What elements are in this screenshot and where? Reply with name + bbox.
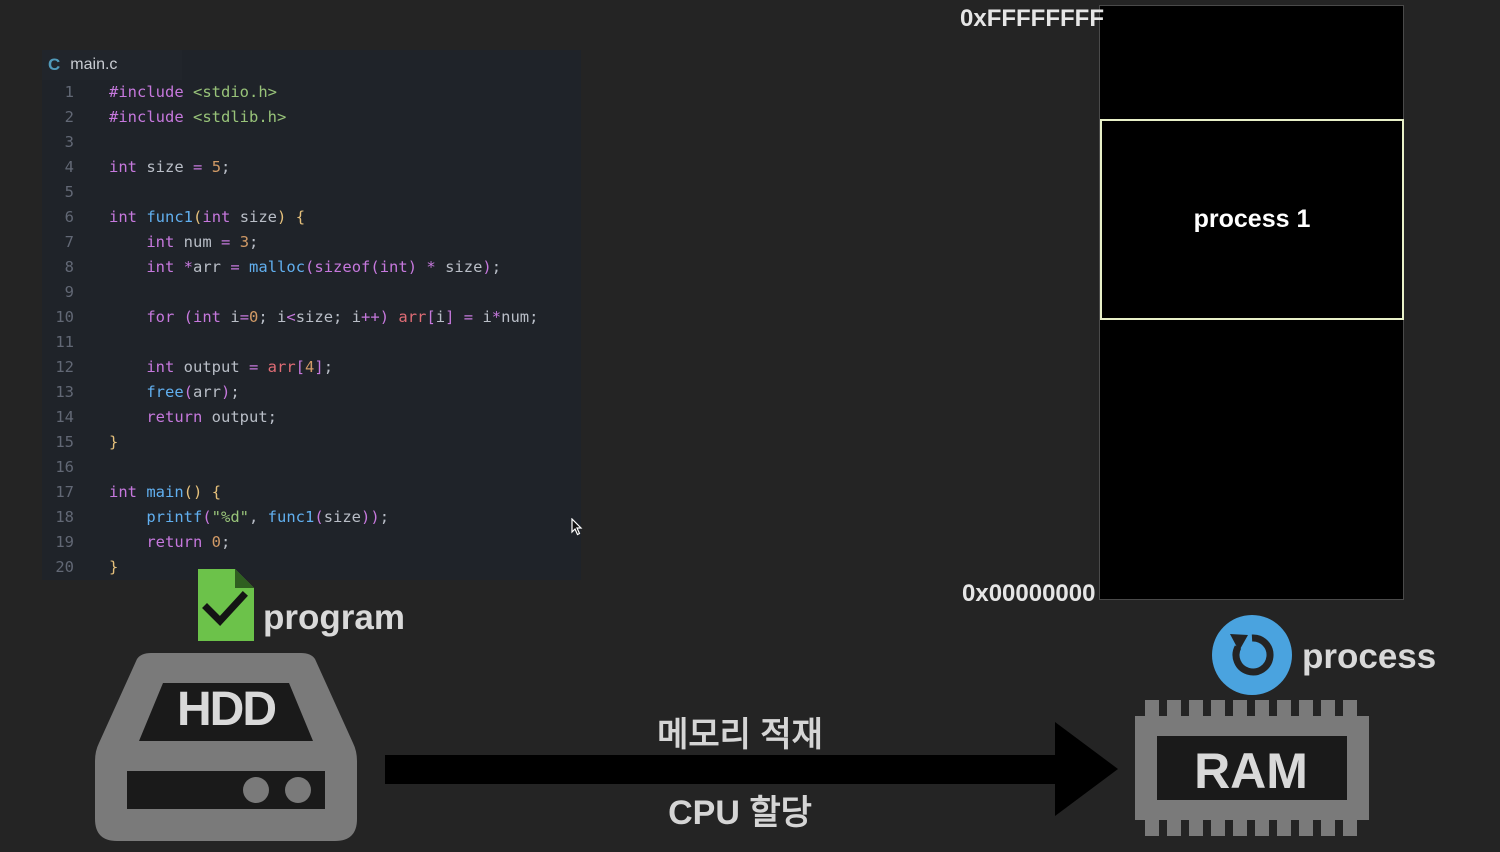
line-number: 20 [55,558,74,576]
code-editor: C main.c 1 #include <stdio.h> 2 #include <s… [42,50,581,580]
ram-pin [1189,818,1203,836]
c-language-icon: C [48,55,61,74]
line-number: 11 [55,333,74,351]
line-number: 9 [64,283,74,301]
code-line[interactable]: 16 [42,455,581,480]
ram-pin [1189,700,1203,718]
ram-pin [1211,700,1225,718]
line-number: 17 [55,483,74,501]
ram-pin [1321,818,1335,836]
code-line[interactable]: 18 printf("%d", func1(size)); [42,505,581,530]
line-number: 13 [55,383,74,401]
code-line[interactable]: 15} [42,430,581,455]
cpu-allocation-label: CPU 할당 [668,794,812,832]
code-line[interactable]: 5 [42,180,581,205]
line-number: 18 [55,508,74,526]
line-text: return 0; [146,533,231,551]
ram-pin [1277,818,1291,836]
ram-pin [1167,700,1181,718]
ram-pin [1167,818,1181,836]
code-line[interactable]: 13 free(arr); [42,380,581,405]
line-text: int *arr = malloc(sizeof(int) * size); [146,258,502,276]
line-number: 1 [64,83,74,101]
tab-filename: main.c [70,56,118,73]
line-text: int func1(int size) { [109,208,306,226]
line-number: 16 [55,458,74,476]
code-line[interactable]: 9 [42,280,581,305]
line-number: 15 [55,433,74,451]
ram-pin [1321,700,1335,718]
ram-pin [1233,818,1247,836]
code-line[interactable]: 2 #include <stdlib.h> [42,105,581,130]
line-number: 2 [64,108,74,126]
line-number: 12 [55,358,74,376]
ram-pin [1255,700,1269,718]
ram-pin [1233,700,1247,718]
code-area[interactable]: 1 #include <stdio.h> 2 #include <stdlib.h> 3… [42,80,581,580]
address-bottom-label: 0x00000000 [962,580,1096,607]
line-text: free(arr); [146,383,240,401]
ram-pin [1277,700,1291,718]
line-text: printf("%d", func1(size)); [146,508,390,526]
ram-pin [1343,818,1357,836]
code-line[interactable]: 10 for (int i=0; i<size; i++) arr[i] = i… [42,305,581,330]
process-1-block: process 1 [1100,119,1404,320]
line-number: 19 [55,533,74,551]
ram-pin [1211,818,1225,836]
code-line[interactable]: 3 [42,130,581,155]
line-number: 3 [64,133,74,151]
program-file-icon [198,569,254,641]
code-line[interactable]: 14 return output; [42,405,581,430]
tab-main-c[interactable]: C main.c [42,50,182,80]
line-text: int num = 3; [146,233,259,251]
code-line[interactable]: 1 #include <stdio.h> [42,80,581,105]
program-label: program [263,598,405,637]
line-text: #include <stdlib.h> [109,108,287,126]
ram-pin [1255,818,1269,836]
process-refresh-icon [1212,615,1292,695]
ram-pin [1299,700,1313,718]
code-line[interactable]: 6 int func1(int size) { [42,205,581,230]
code-line[interactable]: 19 return 0; [42,530,581,555]
memory-load-label: 메모리 적재 [657,716,823,754]
line-text: } [109,558,119,576]
line-number: 7 [64,233,74,251]
code-line[interactable]: 20} [42,555,581,580]
line-number: 14 [55,408,74,426]
line-number: 6 [64,208,74,226]
line-text: #include <stdio.h> [109,83,277,101]
code-line[interactable]: 17 int main() { [42,480,581,505]
line-number: 8 [64,258,74,276]
address-top-label: 0xFFFFFFFF [960,5,1104,32]
line-text: int size = 5; [109,158,231,176]
line-number: 4 [64,158,74,176]
code-line[interactable]: 7 int num = 3; [42,230,581,255]
line-number: 10 [55,308,74,326]
ram-pin [1343,700,1357,718]
code-line[interactable]: 4 int size = 5; [42,155,581,180]
line-text: return output; [146,408,277,426]
ram-pin [1145,818,1159,836]
code-line[interactable]: 11 [42,330,581,355]
mouse-cursor-icon [571,518,583,536]
line-text: for (int i=0; i<size; i++) arr[i] = i*nu… [146,308,539,326]
line-number: 5 [64,183,74,201]
code-line[interactable]: 8 int *arr = malloc(sizeof(int) * size); [42,255,581,280]
ram-pin [1299,818,1313,836]
code-line[interactable]: 12 int output = arr[4]; [42,355,581,380]
process-label: process [1302,637,1437,676]
ram-label: RAM [1194,743,1308,799]
hdd-label: HDD [177,683,277,736]
line-text: int output = arr[4]; [146,358,334,376]
ram-pin [1145,700,1159,718]
line-text: int main() { [109,483,222,501]
line-text: } [109,433,119,451]
